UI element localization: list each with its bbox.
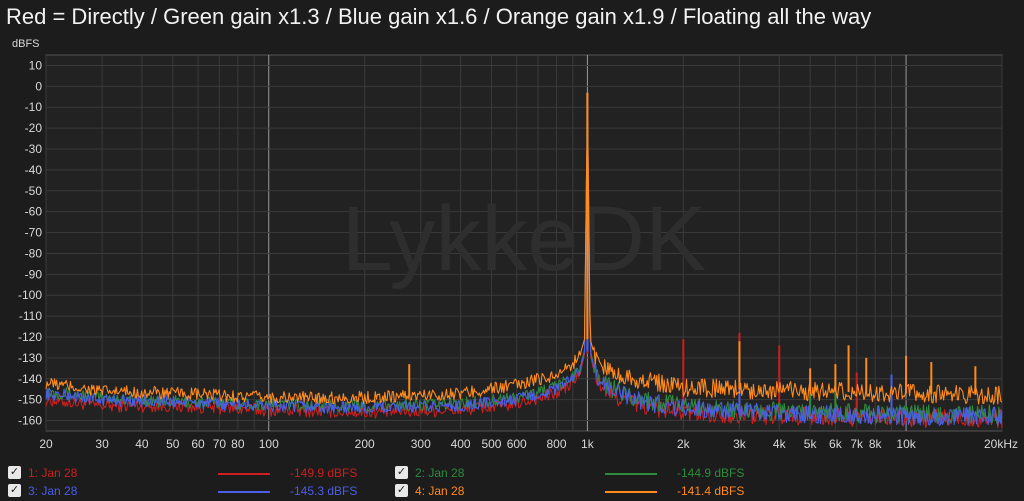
- legend-line-3: [218, 491, 270, 493]
- spectrum-plot[interactable]: LykkeDK 100-10-20-30-40-50-60-70-80-90-1…: [0, 0, 1024, 460]
- x-tick-label: 30: [95, 437, 109, 451]
- y-tick-label: -90: [25, 267, 43, 281]
- x-tick-label: 200: [355, 437, 375, 451]
- x-tick-label: 400: [451, 437, 471, 451]
- legend-line-2: [605, 473, 657, 475]
- y-tick-label: 0: [35, 79, 42, 93]
- legend-item-2[interactable]: ✓ 2: Jan 28 -144.9 dBFS: [395, 464, 775, 482]
- x-tick-label: 5k: [804, 437, 818, 451]
- x-tick-label: 50: [166, 437, 180, 451]
- x-tick-label: 60: [191, 437, 205, 451]
- y-tick-label: -120: [18, 330, 42, 344]
- x-tick-label: 4k: [773, 437, 787, 451]
- checkbox-series-4[interactable]: ✓: [395, 484, 408, 497]
- x-tick-label: 800: [547, 437, 567, 451]
- y-tick-label: -110: [19, 309, 42, 323]
- legend-item-1[interactable]: ✓ 1: Jan 28 -149.9 dBFS: [8, 464, 388, 482]
- legend-line-1: [218, 473, 270, 475]
- legend-value-4: -141.4 dBFS: [677, 484, 745, 498]
- legend-item-3[interactable]: ✓ 3: Jan 28 -145.3 dBFS: [8, 482, 388, 500]
- legend-label-4: 4: Jan 28: [415, 484, 465, 498]
- x-tick-label: 100: [259, 437, 279, 451]
- legend-label-1: 1: Jan 28: [28, 466, 78, 480]
- x-tick-label: 70: [213, 437, 227, 451]
- checkbox-series-2[interactable]: ✓: [395, 466, 408, 479]
- y-tick-label: -40: [25, 163, 43, 177]
- x-tick-label: 10k: [896, 437, 916, 451]
- x-tick-label: 6k: [829, 437, 843, 451]
- legend-label-3: 3: Jan 28: [28, 484, 78, 498]
- x-tick-label: 20: [39, 437, 53, 451]
- y-tick-label: -100: [18, 288, 42, 302]
- x-tick-label: 1k: [581, 437, 595, 451]
- legend-value-3: -145.3 dBFS: [290, 484, 358, 498]
- x-tick-label: 8k: [869, 437, 883, 451]
- legend-line-4: [605, 491, 657, 493]
- x-tick-label: 2k: [677, 437, 691, 451]
- legend-value-2: -144.9 dBFS: [677, 466, 745, 480]
- y-tick-label: -140: [18, 372, 42, 386]
- x-tick-label: 40: [135, 437, 149, 451]
- y-tick-label: 10: [29, 58, 43, 72]
- y-tick-label: -150: [18, 393, 42, 407]
- checkbox-series-3[interactable]: ✓: [8, 484, 21, 497]
- y-tick-label: -30: [25, 142, 43, 156]
- legend-item-4[interactable]: ✓ 4: Jan 28 -141.4 dBFS: [395, 482, 775, 500]
- x-tick-labels: 20 30 40 50 60 70 80 100 200 300 400 500 600 800 1k 2k 3…: [39, 437, 1018, 451]
- checkbox-series-1[interactable]: ✓: [8, 466, 21, 479]
- x-tick-label: 300: [411, 437, 431, 451]
- x-tick-label: 20kHz: [984, 437, 1018, 451]
- x-tick-label: 600: [507, 437, 527, 451]
- y-tick-label: -60: [25, 205, 43, 219]
- legend-label-2: 2: Jan 28: [415, 466, 465, 480]
- y-tick-label: -160: [18, 414, 42, 428]
- y-tick-label: -80: [25, 246, 43, 260]
- y-tick-label: -50: [25, 184, 43, 198]
- y-tick-label: -130: [18, 351, 42, 365]
- y-tick-label: -10: [25, 100, 43, 114]
- x-tick-label: 500: [481, 437, 501, 451]
- x-tick-label: 7k: [850, 437, 864, 451]
- y-tick-label: -20: [25, 121, 43, 135]
- y-tick-labels: 10 0 -10 -20 -30 -40 -50 -60 -70 -80 -90 -100 -110 -1…: [18, 58, 42, 427]
- legend: ✓ 1: Jan 28 -149.9 dBFS ✓ 2: Jan 28 -144…: [0, 460, 1024, 501]
- legend-value-1: -149.9 dBFS: [290, 466, 358, 480]
- y-tick-label: -70: [25, 226, 43, 240]
- x-tick-label: 80: [231, 437, 245, 451]
- watermark: LykkeDK: [342, 188, 707, 290]
- x-tick-label: 3k: [733, 437, 747, 451]
